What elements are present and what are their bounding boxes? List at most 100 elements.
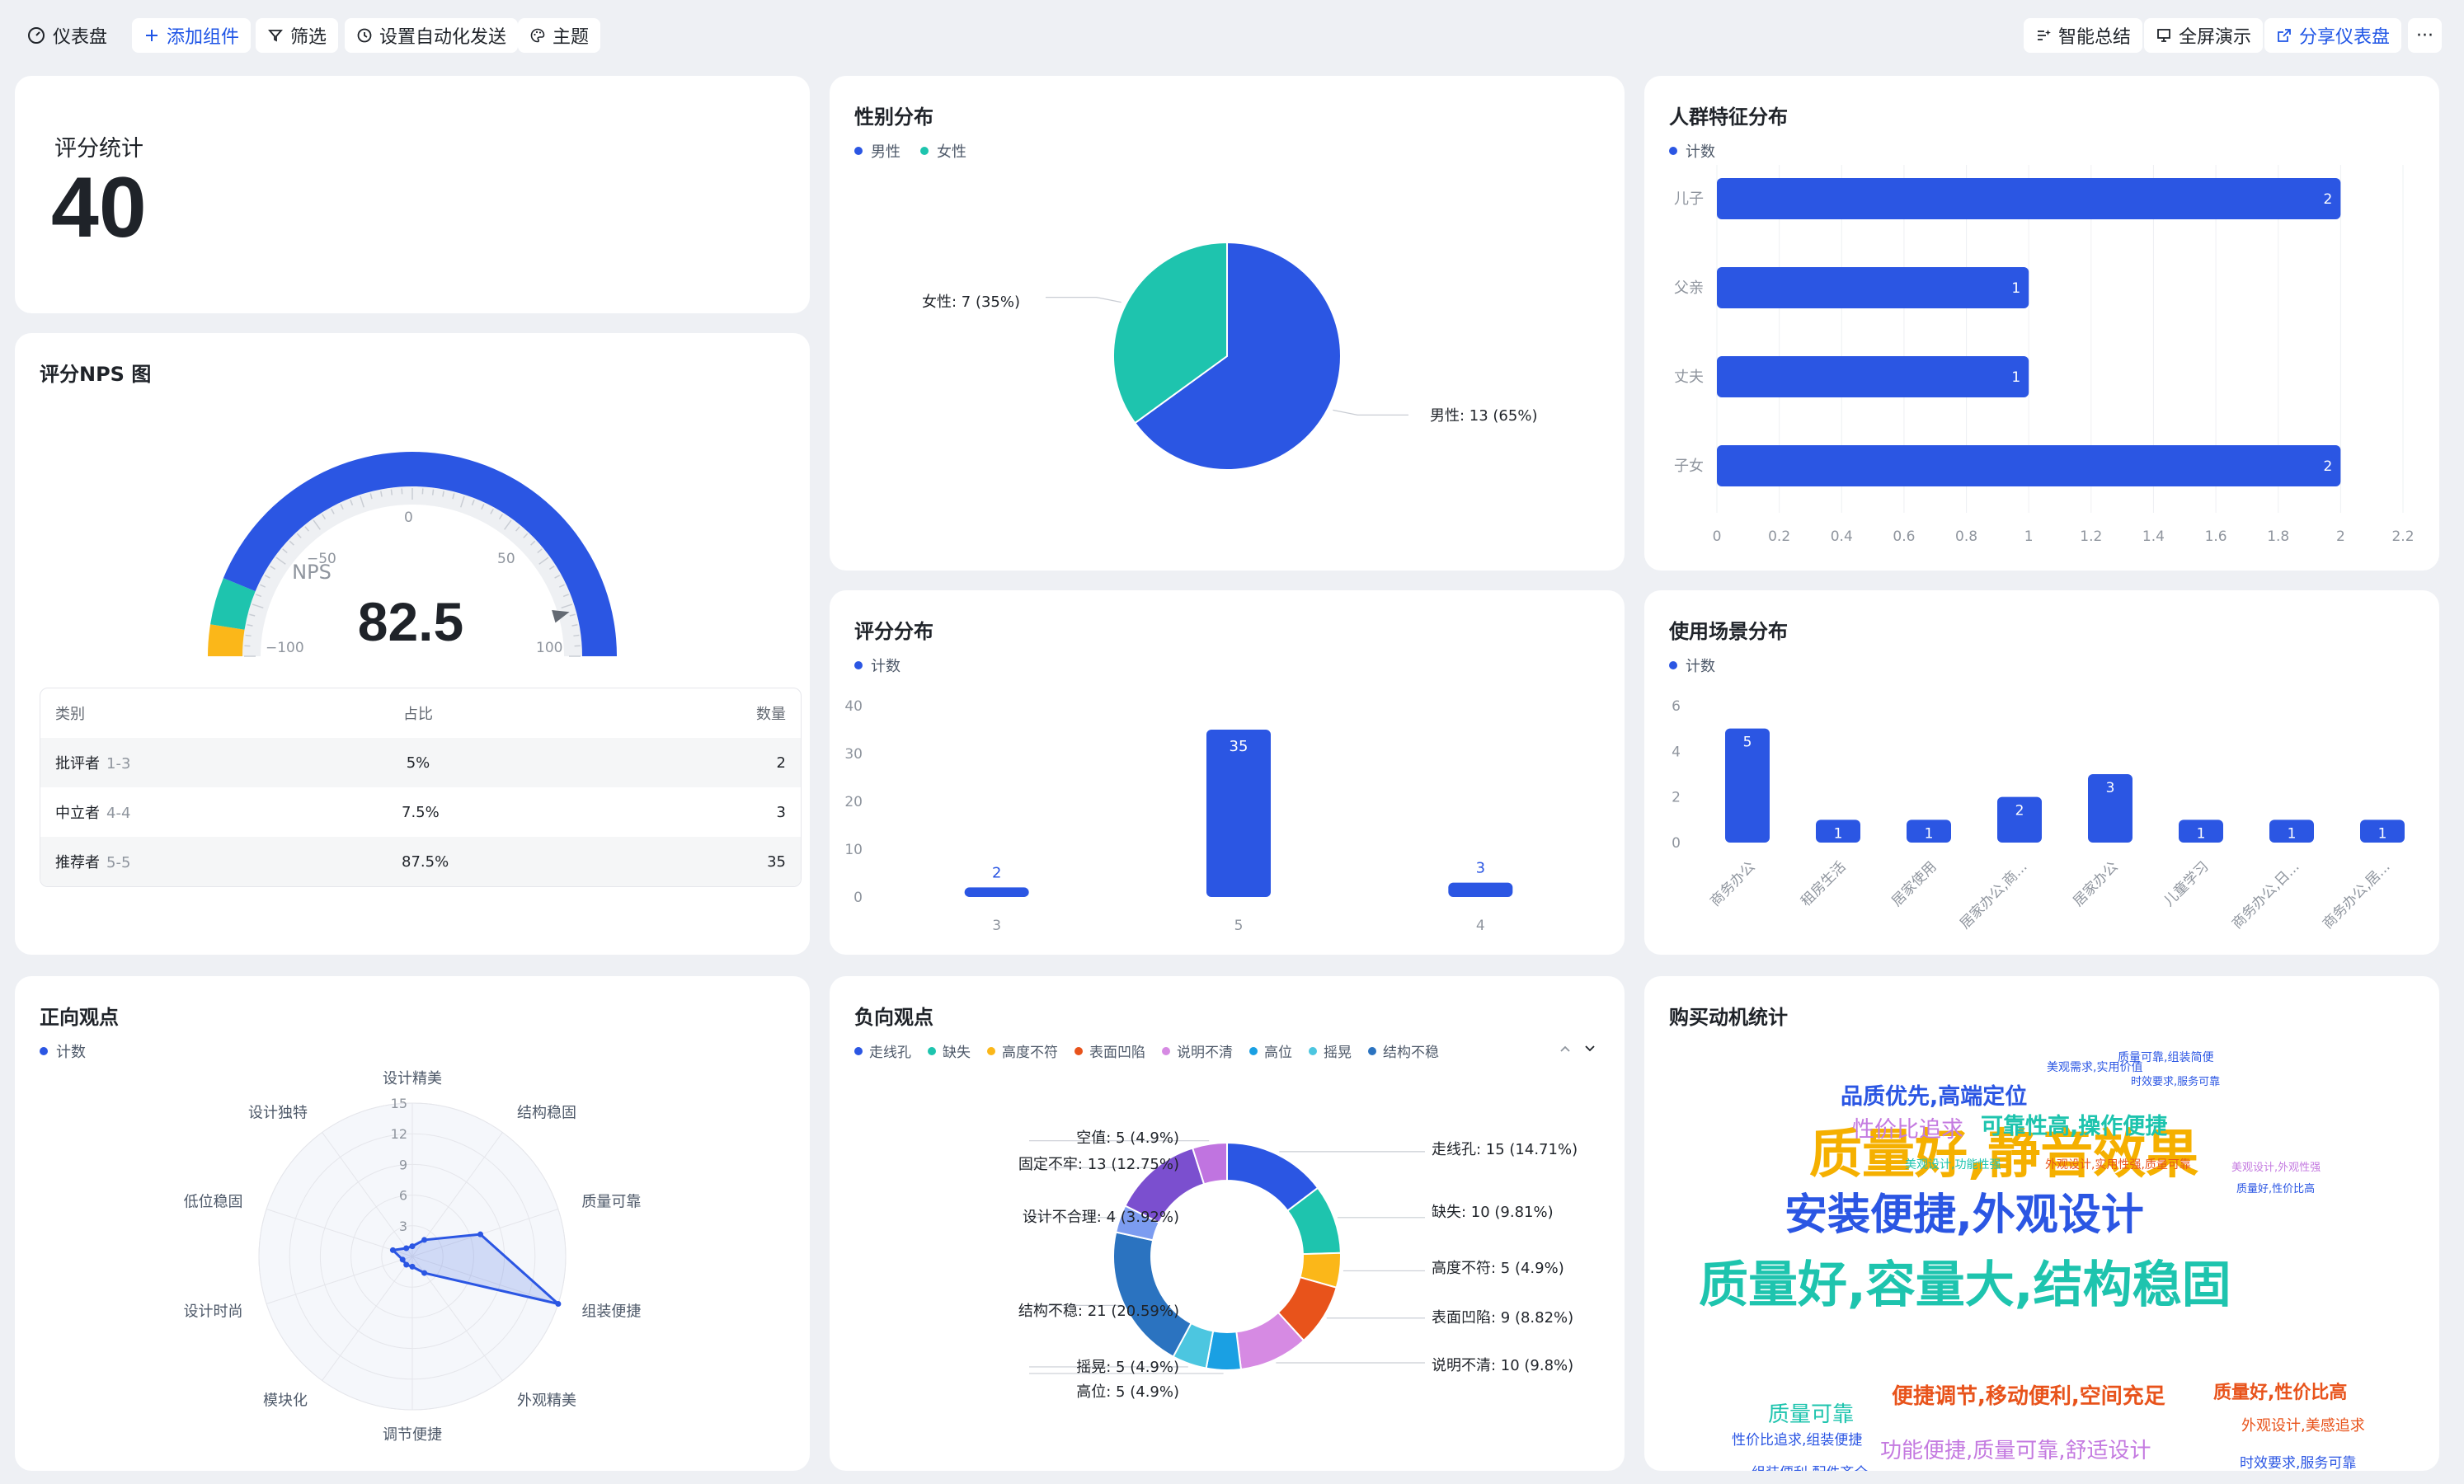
gender-label-male: 男性: 13 (65%)	[1430, 407, 1538, 425]
gauge-segment-批评者	[208, 624, 245, 656]
row-count: 3	[776, 803, 786, 821]
x-tick-label: 0.2	[1768, 528, 1790, 545]
bar-4	[1448, 882, 1513, 897]
x-tick-label: 商务办公,日...	[2229, 858, 2303, 932]
score-stat-card[interactable]: 评分统计 40	[15, 76, 810, 313]
radar-point	[409, 1243, 416, 1250]
presentation-icon	[2157, 29, 2170, 42]
donut-slice-结构不稳	[1112, 1231, 1192, 1358]
share-dashboard-button[interactable]: 分享仪表盘	[2264, 18, 2402, 53]
bar-value-label: 3	[1476, 860, 1485, 877]
word-cloud-term[interactable]: 美观设计,外观性强	[2231, 1162, 2321, 1174]
radar-point	[389, 1247, 396, 1253]
theme-label: 主题	[553, 27, 590, 48]
word-cloud-term[interactable]: 质量好,性价比高	[2236, 1183, 2315, 1195]
bar-value-label: 2	[992, 864, 1001, 881]
radar-axis-label: 质量可靠	[581, 1193, 641, 1210]
x-tick-label: 居家使用	[1888, 858, 1940, 910]
row-pct: 7.5%	[402, 803, 440, 821]
donut-label: 固定不牢: 13 (12.75%)	[1018, 1156, 1179, 1173]
gauge-tick	[245, 634, 252, 637]
word-cloud-term[interactable]: 品质优先,高端定位	[1841, 1085, 2027, 1110]
fullscreen-label: 全屏演示	[2179, 27, 2252, 48]
bar-value-label: 5	[1743, 735, 1752, 751]
word-cloud-term[interactable]: 安装便捷,外观设计	[1785, 1191, 2144, 1239]
word-cloud-term[interactable]: 质量可靠	[1768, 1403, 1854, 1427]
radar-point	[421, 1270, 428, 1276]
word-cloud-term[interactable]: 性价比追求,组装便捷	[1732, 1433, 1862, 1449]
radar-point	[477, 1231, 484, 1237]
dashboard-label: 仪表盘	[53, 27, 108, 48]
radar-axis-label: 低位稳固	[184, 1193, 243, 1210]
y-tick-label: 子女	[1674, 458, 1704, 475]
filter-button[interactable]: 筛选	[256, 18, 339, 53]
more-options-button[interactable]: ···	[2408, 18, 2442, 53]
row-name: 批评者	[55, 755, 100, 773]
radar-tick-label: 3	[399, 1219, 407, 1234]
word-cloud-term[interactable]: 时效要求,服务可靠	[2240, 1456, 2356, 1471]
x-tick-label: 1	[2024, 528, 2034, 545]
nps-card[interactable]: 评分NPS 图 NPS 82.5 0 −50 50 −100 100 类别 占比…	[15, 333, 810, 955]
positive-card[interactable]: 正向观点 计数 3 6 9 12 15 设计精美 结构稳固 质量可靠 组装便捷 外观精美 调节便捷模…	[15, 976, 810, 1471]
radar-tick-label: 9	[399, 1157, 407, 1172]
y-tick-label: 4	[1672, 744, 1681, 760]
dashboard-title[interactable]: 仪表盘	[15, 18, 119, 53]
add-widget-button[interactable]: 添加组件	[132, 18, 252, 53]
row-name: 推荐者	[55, 854, 100, 871]
y-tick-label: 30	[844, 746, 863, 763]
radar-axis-label: 组装便捷	[581, 1303, 641, 1321]
row-pct: 87.5%	[402, 852, 449, 871]
nps-tick-50: 50	[497, 551, 515, 567]
header-count: 数量	[756, 706, 786, 723]
donut-label: 表面凹陷: 9 (8.82%)	[1432, 1309, 1574, 1327]
y-tick-label: 20	[844, 794, 863, 810]
theme-button[interactable]: 主题	[518, 18, 601, 53]
x-tick-label: 2	[2336, 528, 2345, 545]
gauge-tick	[390, 489, 393, 495]
donut-label: 空值: 5 (4.9%)	[1076, 1129, 1179, 1147]
scene-card[interactable]: 使用场景分布 计数 0 2 4 6 5 商务办公 1 租房生活 1 居家使用 2 居家办公,商... 3…	[1644, 590, 2439, 955]
word-cloud-term[interactable]: 质量好,性价比高	[2213, 1383, 2347, 1403]
donut-label: 说明不清: 10 (9.8%)	[1432, 1357, 1574, 1374]
gender-card[interactable]: 性别分布 男性 女性 女性: 7 (35%) 男性: 13 (65%)	[830, 76, 1625, 571]
rating-card[interactable]: 评分分布 计数 0 10 20 30 40 2 3 35 5 3 4	[830, 590, 1625, 955]
word-cloud-term[interactable]: 便捷调节,移动便利,空间充足	[1892, 1385, 2165, 1409]
word-cloud-term[interactable]: 质量可靠,组装简便	[2118, 1051, 2213, 1064]
y-tick-label: 儿子	[1674, 190, 1704, 208]
bar-value-label: 1	[2011, 280, 2020, 297]
bar-value-label: 1	[2378, 825, 2387, 842]
donut-label: 高度不符: 5 (4.9%)	[1432, 1260, 1564, 1277]
word-cloud-term[interactable]: 外观设计,美感追求	[2241, 1418, 2365, 1435]
word-cloud-term[interactable]: 外观设计,实用性强,质量可靠	[2045, 1158, 2191, 1172]
motive-card[interactable]: 购买动机统计 质量好,静音效果 安装便捷,外观设计 质量好,容量大,结构稳固 品质优先…	[1644, 976, 2439, 1471]
x-tick-label: 1.6	[2205, 528, 2227, 545]
word-cloud-term[interactable]: 功能便捷,质量可靠,舒适设计	[1880, 1439, 2151, 1463]
fullscreen-button[interactable]: 全屏演示	[2144, 18, 2264, 53]
negative-card[interactable]: 负向观点 走线孔 缺失 高度不符 表面凹陷 说明不清 高位 摇晃 结构不稳 空值: 5 (4.…	[830, 976, 1625, 1471]
word-cloud-term[interactable]: 质量好,容量大,结构稳固	[1699, 1258, 2231, 1313]
crowd-card[interactable]: 人群特征分布 计数 0 0.2 0.4 0.6 0.8 1 1.2 1.4 1.6 1.8 2 2.2…	[1644, 76, 2439, 571]
x-tick-label: 3	[992, 918, 1001, 934]
y-tick-label: 丈夫	[1674, 369, 1704, 386]
radar-axis-label: 设计精美	[383, 1070, 442, 1087]
bar-儿子	[1717, 178, 2341, 219]
score-stat-value: 40	[51, 160, 147, 256]
word-cloud-term[interactable]: 性价比追求	[1852, 1118, 1963, 1143]
bar-value-label: 3	[2106, 780, 2115, 796]
word-cloud-term[interactable]: 美观设计,功能性强	[1905, 1158, 2001, 1172]
auto-send-label: 设置自动化发送	[379, 27, 507, 48]
auto-send-button[interactable]: 设置自动化发送	[345, 18, 519, 53]
word-cloud-term[interactable]: 可靠性高,操作便捷	[1981, 1115, 2167, 1139]
y-tick-label: 0	[853, 890, 863, 906]
nps-tick-minus50: −50	[307, 551, 336, 567]
x-tick-label: 儿童学习	[2161, 858, 2212, 909]
radar-axis-label: 模块化	[263, 1392, 308, 1410]
y-tick-label: 2	[1672, 790, 1681, 806]
smart-summary-button[interactable]: 智能总结	[2024, 18, 2143, 53]
x-tick-label: 居家办公,商...	[1957, 858, 2031, 932]
y-tick-label: 40	[844, 698, 863, 715]
pie-leader-line	[1333, 409, 1408, 416]
word-cloud-term[interactable]: 时效要求,服务可靠	[2131, 1076, 2220, 1088]
word-cloud-term[interactable]: 组装便利,配件齐全	[1752, 1466, 1868, 1471]
filter-icon	[268, 30, 283, 42]
